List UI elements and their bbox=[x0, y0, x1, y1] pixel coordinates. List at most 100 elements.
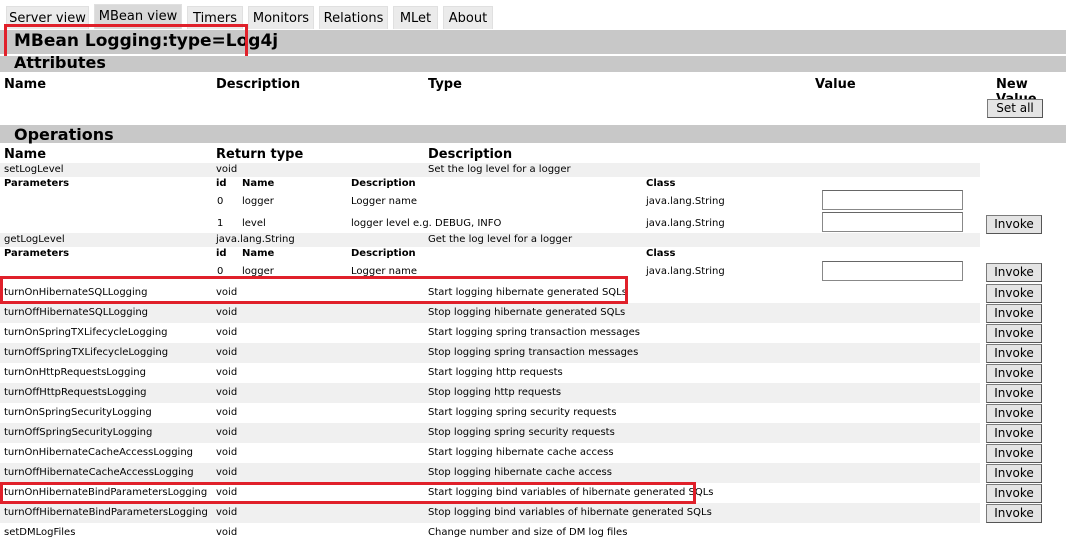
param-description: logger level e.g. DEBUG, INFO bbox=[351, 218, 502, 229]
operations-section-header: Operations bbox=[0, 125, 1066, 144]
op-description: Set the log level for a logger bbox=[428, 164, 571, 175]
setloglevel-level-input[interactable] bbox=[822, 212, 963, 232]
invoke-button[interactable]: Invoke bbox=[986, 464, 1042, 483]
op-description: Stop logging hibernate cache access bbox=[428, 467, 612, 478]
highlight-turnonhibernatesqllogging bbox=[0, 276, 628, 304]
param-header-parameters: Parameters bbox=[4, 178, 70, 189]
op-description: Start logging spring security requests bbox=[428, 407, 617, 418]
tab-about[interactable]: About bbox=[443, 6, 493, 29]
op-return-type: void bbox=[216, 467, 238, 478]
param-description: Logger name bbox=[351, 196, 418, 207]
operation-row: turnOffHttpRequestsLogging void Stop loggi… bbox=[0, 383, 980, 403]
op-name: turnOnHibernateCacheAccessLogging bbox=[4, 447, 194, 458]
invoke-button[interactable]: Invoke bbox=[986, 324, 1042, 343]
attributes-heading: Attributes bbox=[14, 56, 106, 72]
op-return-type: void bbox=[216, 367, 238, 378]
operation-row: turnOffSpringSecurityLogging void Stop log… bbox=[0, 423, 980, 443]
operation-row: turnOffSpringTXLifecycleLogging void Stop … bbox=[0, 343, 980, 363]
invoke-button[interactable]: Invoke bbox=[986, 404, 1042, 423]
invoke-button[interactable]: Invoke bbox=[986, 444, 1042, 463]
op-description: Get the log level for a logger bbox=[428, 234, 573, 245]
setloglevel-logger-input[interactable] bbox=[822, 190, 963, 210]
param-class: java.lang.String bbox=[646, 218, 725, 229]
tab-mlet[interactable]: MLet bbox=[393, 6, 438, 29]
op-name: turnOnHttpRequestsLogging bbox=[4, 367, 146, 378]
op-return-type: void bbox=[216, 327, 238, 338]
op-name: turnOnSpringSecurityLogging bbox=[4, 407, 152, 418]
attr-header-name: Name bbox=[4, 77, 47, 92]
op-return-type: void bbox=[216, 387, 238, 398]
op-description: Start logging spring transaction message… bbox=[428, 327, 640, 338]
param-header-name: Name bbox=[242, 248, 275, 259]
op-return-type: void bbox=[216, 307, 238, 318]
op-description: Start logging hibernate cache access bbox=[428, 447, 614, 458]
operation-row: turnOffHibernateCacheAccessLogging void St… bbox=[0, 463, 980, 483]
op-description: Start logging http requests bbox=[428, 367, 563, 378]
op-return-type: void bbox=[216, 447, 238, 458]
invoke-button[interactable]: Invoke bbox=[986, 504, 1042, 523]
invoke-button[interactable]: Invoke bbox=[986, 384, 1042, 403]
setloglevel-invoke-button[interactable]: Invoke bbox=[986, 215, 1042, 234]
op-return-type: void bbox=[216, 407, 238, 418]
param-header-class: Class bbox=[646, 178, 676, 189]
param-header-class: Class bbox=[646, 248, 676, 259]
op-description: Stop logging spring transaction messages bbox=[428, 347, 639, 358]
op-name: turnOffHibernateCacheAccessLogging bbox=[4, 467, 194, 478]
tab-relations[interactable]: Relations bbox=[319, 6, 388, 29]
param-header-name: Name bbox=[242, 178, 275, 189]
op-name: setDMLogFiles bbox=[4, 527, 76, 538]
invoke-button[interactable]: Invoke bbox=[986, 344, 1042, 363]
op-name: turnOffHibernateSQLLogging bbox=[4, 307, 149, 318]
op-name: turnOffHttpRequestsLogging bbox=[4, 387, 147, 398]
operation-row: turnOnHibernateCacheAccessLogging void Sta… bbox=[0, 443, 980, 463]
op-name: turnOffHibernateBindParametersLogging bbox=[4, 507, 208, 518]
param-class: java.lang.String bbox=[646, 196, 725, 207]
operation-row: turnOnHttpRequestsLogging void Start loggi… bbox=[0, 363, 980, 383]
op-name: setLogLevel bbox=[4, 164, 64, 175]
param-name: level bbox=[242, 218, 266, 229]
op-name: turnOnSpringTXLifecycleLogging bbox=[4, 327, 168, 338]
op-return-type: void bbox=[216, 347, 238, 358]
op-description: Stop logging http requests bbox=[428, 387, 562, 398]
op-description: Change number and size of DM log files bbox=[428, 527, 628, 538]
attr-header-value: Value bbox=[815, 77, 856, 92]
invoke-button[interactable]: Invoke bbox=[986, 484, 1042, 503]
set-all-button[interactable]: Set all bbox=[987, 99, 1043, 118]
getloglevel-logger-input[interactable] bbox=[822, 261, 963, 281]
highlight-turnonhibernatebindparameterslogging bbox=[0, 482, 696, 504]
getloglevel-invoke-button[interactable]: Invoke bbox=[986, 263, 1042, 282]
param-header-id: id bbox=[216, 248, 227, 259]
operation-row: turnOffHibernateSQLLogging void Stop loggi… bbox=[0, 303, 980, 323]
operation-row: turnOffHibernateBindParametersLogging voi… bbox=[0, 503, 980, 523]
param-header-id: id bbox=[216, 178, 227, 189]
param-id: 0 bbox=[217, 196, 224, 207]
op-name: turnOffSpringTXLifecycleLogging bbox=[4, 347, 169, 358]
op-return-type: void bbox=[216, 527, 238, 538]
param-id: 1 bbox=[217, 218, 224, 229]
operations-heading: Operations bbox=[14, 125, 114, 144]
op-name: getLogLevel bbox=[4, 234, 65, 245]
tab-monitors[interactable]: Monitors bbox=[248, 6, 314, 29]
operation-row: setDMLogFiles void Change number and size … bbox=[0, 523, 980, 543]
op-description: Stop logging hibernate generated SQLs bbox=[428, 307, 626, 318]
invoke-button[interactable]: Invoke bbox=[986, 304, 1042, 323]
param-header-parameters: Parameters bbox=[4, 248, 70, 259]
param-name: logger bbox=[242, 196, 274, 207]
op-return-type: void bbox=[216, 507, 238, 518]
op-name: turnOffSpringSecurityLogging bbox=[4, 427, 153, 438]
invoke-button[interactable]: Invoke bbox=[986, 284, 1042, 303]
operation-row: turnOnSpringTXLifecycleLogging void Start … bbox=[0, 323, 980, 343]
param-header-description: Description bbox=[351, 178, 416, 189]
op-return-type: void bbox=[216, 164, 238, 175]
invoke-button[interactable]: Invoke bbox=[986, 364, 1042, 383]
op-description: Stop logging bind variables of hibernate… bbox=[428, 507, 712, 518]
attr-header-type: Type bbox=[428, 77, 462, 92]
op-return-type: java.lang.String bbox=[216, 234, 295, 245]
op-return-type: void bbox=[216, 427, 238, 438]
operation-row: turnOnSpringSecurityLogging void Start log… bbox=[0, 403, 980, 423]
op-description: Stop logging spring security requests bbox=[428, 427, 615, 438]
invoke-button[interactable]: Invoke bbox=[986, 424, 1042, 443]
attributes-section-header: Attributes bbox=[0, 56, 1066, 72]
param-header-description: Description bbox=[351, 248, 416, 259]
attr-header-description: Description bbox=[216, 77, 301, 92]
